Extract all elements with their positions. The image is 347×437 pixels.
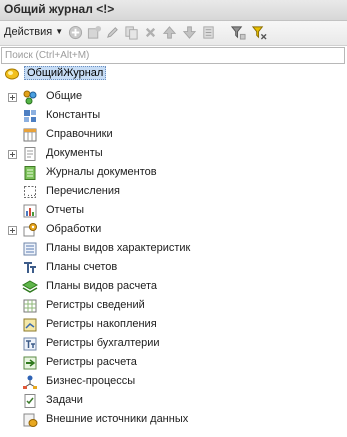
tree-item-plany-vidov-rascheta[interactable]: Планы видов расчета [0,278,347,296]
actions-menu-button[interactable]: Действия ▼ [4,26,63,38]
tree-item-label: Обработки [46,223,102,235]
tree-item-label: Регистры накопления [46,318,157,330]
tree-item-label: Планы счетов [46,261,118,273]
tree-item-dokumenty[interactable]: Документы [0,145,347,163]
delete-button[interactable] [141,23,160,42]
window-title: Общий журнал <!> [4,2,115,16]
list-icon [203,26,214,39]
tree-item-vneshnie-istochniki-dannyh[interactable]: Внешние источники данных [0,411,347,429]
tree-item-konstanty[interactable]: Константы [0,107,347,125]
pencil-icon [107,27,118,38]
tree-item-label: Внешние источники данных [46,413,189,425]
documents-icon [22,146,38,162]
tree-root-label: ОбщийЖурнал [24,66,107,80]
tree-item-label: Регистры бухгалтерии [46,337,160,349]
information-registers-icon [22,298,38,314]
expand-plus-icon[interactable] [8,93,17,102]
svg-text:…: … [27,189,36,199]
search-input[interactable] [2,48,338,62]
tree-item-otchety[interactable]: Отчеты [0,202,347,220]
tree-item-label: Отчеты [46,204,85,216]
tree-item-registry-buhgalterii[interactable]: Регистры бухгалтерии [0,335,347,353]
filter-clear-icon [252,26,267,40]
data-processors-icon [22,222,38,238]
tree-item-obrabotki[interactable]: Обработки [0,221,347,239]
tree-item-label: Регистры сведений [46,299,145,311]
accounting-registers-icon [22,336,38,352]
arrow-up-icon [162,26,177,39]
list-mode-button[interactable] [199,23,218,42]
tree-item-registry-nakopleniya[interactable]: Регистры накопления [0,316,347,334]
tree-item-zhurnaly-dokumentov[interactable]: Журналы документов [0,164,347,182]
filter-button[interactable] [229,23,248,42]
tree-item-label: Общие [46,90,83,102]
tree-item-label: Задачи [46,394,83,406]
toolbar: Действия ▼ [0,21,347,46]
filter-icon [231,26,246,40]
tree-item-label: Журналы документов [46,166,157,178]
copy-icon [125,26,138,40]
tree-item-label: Планы видов характеристик [46,242,191,254]
common-icon [22,89,38,105]
metadata-tree: ОбщийЖурнал Общие Константы Справочники … [0,64,347,436]
constants-icon [22,108,38,124]
chart-of-accounts-icon [22,260,38,276]
search-field[interactable] [1,47,345,64]
tree-item-spravochniki[interactable]: Справочники [0,126,347,144]
actions-menu-label: Действия [4,26,53,38]
copy-button[interactable] [122,23,141,42]
add-folder-button[interactable] [85,23,104,42]
tree-item-obshchie[interactable]: Общие [0,88,347,106]
move-up-button[interactable] [160,23,179,42]
tasks-icon [22,393,38,409]
tree-item-registry-rascheta[interactable]: Регистры расчета [0,354,347,372]
tree-item-label: Перечисления [46,185,120,197]
accumulation-registers-icon [22,317,38,333]
add-icon [68,25,83,40]
document-journals-icon [22,165,38,181]
calculation-registers-icon [22,355,38,371]
tree-item-label: Бизнес-процессы [46,375,136,387]
edit-button[interactable] [103,23,122,42]
external-data-sources-icon [22,412,38,428]
delete-cross-icon [145,27,156,38]
tree-item-plany-schetov[interactable]: Планы счетов [0,259,347,277]
tree-item-biznes-processy[interactable]: Бизнес-процессы [0,373,347,391]
chart-of-calculation-types-icon [22,279,38,295]
filter-clear-button[interactable] [250,23,269,42]
tree-item-label: Константы [46,109,101,121]
chevron-down-icon: ▼ [55,27,64,36]
expand-plus-icon[interactable] [8,150,17,159]
tree-item-zadachi[interactable]: Задачи [0,392,347,410]
tree-item-perechisleniya[interactable]: … Перечисления [0,183,347,201]
tree-item-plany-vidov-harakteristik[interactable]: Планы видов характеристик [0,240,347,258]
add-folder-icon [87,25,102,39]
tree-item-label: Справочники [46,128,113,140]
business-processes-icon [22,374,38,390]
catalogs-icon [22,127,38,143]
tree-item-label: Планы видов расчета [46,280,158,292]
chart-of-characteristic-types-icon [22,241,38,257]
enumerations-icon: … [22,184,38,200]
move-down-button[interactable] [180,23,199,42]
tree-root-item[interactable]: ОбщийЖурнал [0,65,347,83]
arrow-down-icon [182,26,197,39]
expand-plus-icon[interactable] [8,226,17,235]
tree-item-label: Документы [46,147,103,159]
journal-root-icon [4,66,20,82]
tree-item-label: Регистры расчета [46,356,137,368]
add-button[interactable] [66,23,85,42]
window-titlebar: Общий журнал <!> [0,0,347,21]
tree-item-registry-svedeniy[interactable]: Регистры сведений [0,297,347,315]
reports-icon [22,203,38,219]
